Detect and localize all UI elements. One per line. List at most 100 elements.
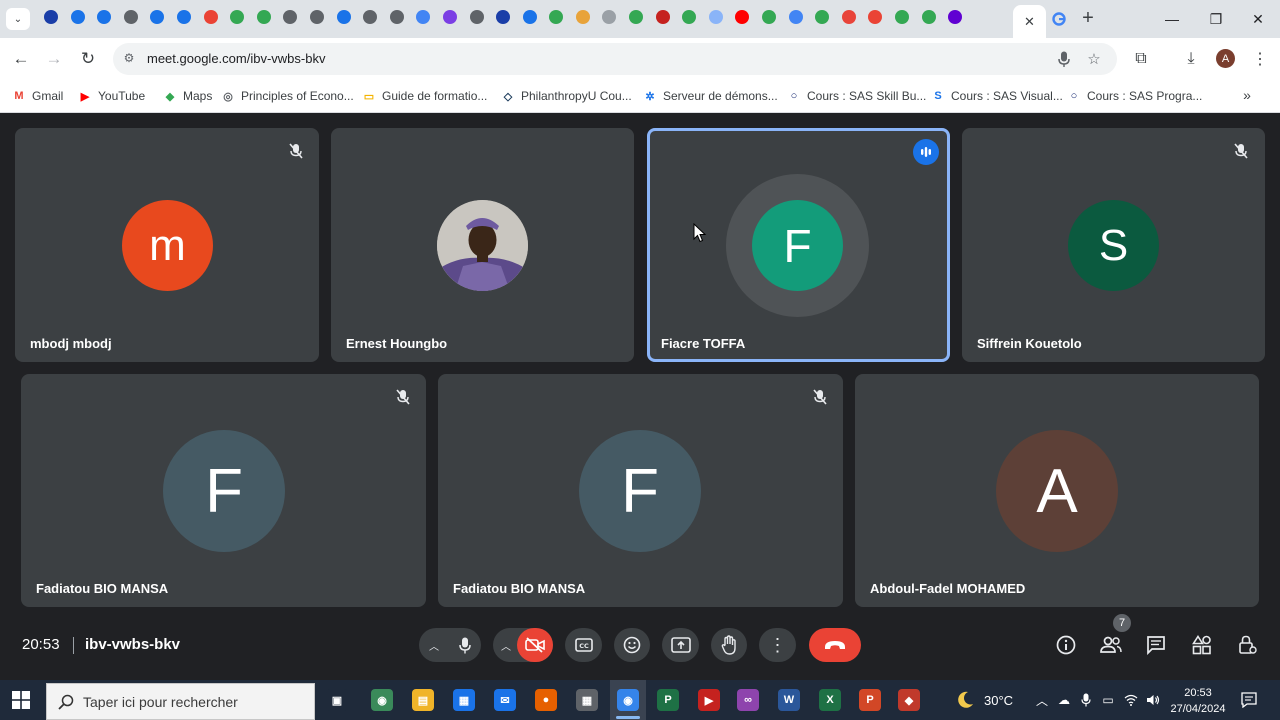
tab-favicon-18-icon[interactable] — [496, 10, 511, 24]
mail-icon[interactable]: ✉ — [494, 689, 516, 711]
video-options-chevron-icon[interactable]: ︿ — [493, 628, 519, 662]
camera-off-button[interactable] — [517, 628, 553, 662]
participant-tile[interactable]: A Abdoul-Fadel MOHAMED — [855, 374, 1259, 607]
tab-favicon-30-icon[interactable] — [815, 10, 830, 24]
bookmark-item[interactable]: ✲ Serveur de démons... — [643, 86, 777, 106]
extensions-icon[interactable]: ⧉ — [1129, 47, 1153, 71]
forward-arrow-icon[interactable]: → — [41, 46, 67, 72]
tab-favicon-29-icon[interactable] — [788, 10, 803, 24]
widgets-icon[interactable]: ◉ — [371, 689, 393, 711]
tray-microphone-icon[interactable] — [1078, 692, 1094, 708]
tab-favicon-13-icon[interactable] — [363, 10, 378, 24]
bookmark-item[interactable]: ◇ PhilanthropyU Cou... — [501, 86, 632, 106]
bookmark-star-icon[interactable]: ☆ — [1084, 49, 1104, 69]
tab-favicon-28-icon[interactable] — [762, 10, 777, 24]
tab-favicon-2-icon[interactable] — [70, 10, 85, 24]
tab-favicon-20-icon[interactable] — [549, 10, 564, 24]
tab-favicon-16-icon[interactable] — [442, 10, 457, 24]
tab-favicon-35-icon[interactable] — [948, 10, 963, 24]
windows-start-icon[interactable] — [12, 691, 30, 709]
task-view-icon[interactable]: ▣ — [326, 689, 348, 711]
download-icon[interactable]: ⤓ — [1179, 47, 1203, 71]
present-screen-button[interactable] — [662, 628, 699, 662]
google-tab-favicon[interactable] — [1052, 12, 1066, 26]
bookmark-item[interactable]: ◎ Principles of Econo... — [221, 86, 354, 106]
media-player-icon[interactable]: ▶ — [698, 689, 720, 711]
emoji-reactions-button[interactable] — [614, 628, 650, 662]
participant-tile[interactable]: S Siffrein Kouetolo — [962, 128, 1265, 362]
minimize-icon[interactable]: — — [1152, 6, 1192, 32]
tab-favicon-24-icon[interactable] — [655, 10, 670, 24]
back-arrow-icon[interactable]: ← — [8, 46, 34, 72]
bookmark-item[interactable]: S Cours : SAS Visual... — [931, 86, 1063, 106]
microphone-icon[interactable] — [1054, 49, 1074, 69]
tab-favicon-23-icon[interactable] — [629, 10, 644, 24]
microphone-toggle-icon[interactable] — [449, 628, 481, 662]
notification-center-icon[interactable] — [1240, 691, 1258, 709]
tab-favicon-27-icon[interactable] — [735, 10, 750, 24]
tab-favicon-26-icon[interactable] — [708, 10, 723, 24]
tab-favicon-19-icon[interactable] — [522, 10, 537, 24]
site-info-icon[interactable]: ⚙ — [121, 50, 137, 66]
active-tab-close-icon[interactable]: ✕ — [1013, 5, 1046, 38]
project-icon[interactable]: P — [657, 689, 679, 711]
tab-favicon-22-icon[interactable] — [602, 10, 617, 24]
restore-icon[interactable]: ❐ — [1196, 6, 1236, 32]
tab-favicon-9-icon[interactable] — [256, 10, 271, 24]
window-close-icon[interactable]: ✕ — [1238, 6, 1278, 32]
participant-tile-speaking[interactable]: F Fiacre TOFFA — [647, 128, 950, 362]
bookmark-item[interactable]: ○ Cours : SAS Progra... — [1067, 86, 1203, 106]
store-icon[interactable]: ▦ — [453, 689, 475, 711]
tab-favicon-12-icon[interactable] — [336, 10, 351, 24]
tab-favicon-5-icon[interactable] — [150, 10, 165, 24]
tab-favicon-3-icon[interactable] — [97, 10, 112, 24]
chat-icon[interactable] — [1143, 632, 1169, 658]
firefox-icon[interactable]: ● — [535, 689, 557, 711]
bookmark-item[interactable]: ○ Cours : SAS Skill Bu... — [787, 86, 927, 106]
tab-favicon-8-icon[interactable] — [230, 10, 245, 24]
tab-favicon-31-icon[interactable] — [841, 10, 856, 24]
bookmark-item[interactable]: M Gmail — [12, 86, 63, 106]
profile-avatar[interactable]: A — [1216, 49, 1235, 68]
tray-overflow-icon[interactable]: ︿ — [1034, 692, 1050, 708]
tab-favicon-11-icon[interactable] — [309, 10, 324, 24]
tab-favicon-4-icon[interactable] — [123, 10, 138, 24]
more-options-icon[interactable]: ⋮ — [759, 628, 796, 662]
weather-moon-icon[interactable] — [955, 690, 975, 710]
word-icon[interactable]: W — [778, 689, 800, 711]
tab-favicon-32-icon[interactable] — [868, 10, 883, 24]
taskbar-search-box[interactable]: Taper ici pour rechercher — [46, 683, 315, 720]
tab-favicon-34-icon[interactable] — [921, 10, 936, 24]
tab-favicon-1-icon[interactable] — [44, 10, 58, 24]
tab-favicon-33-icon[interactable] — [895, 10, 909, 24]
tab-favicon-17-icon[interactable] — [469, 10, 484, 24]
participant-tile[interactable]: Ernest Houngbo — [331, 128, 634, 362]
calculator-icon[interactable]: ▦ — [576, 689, 598, 711]
tab-search-chevron-icon[interactable]: ⌄ — [6, 8, 30, 30]
powerpoint-icon[interactable]: P — [859, 689, 881, 711]
tab-favicon-7-icon[interactable] — [203, 10, 218, 24]
taskbar-clock[interactable]: 20:53 27/04/2024 — [1160, 685, 1236, 717]
people-icon[interactable] — [1098, 632, 1124, 658]
tab-favicon-10-icon[interactable] — [283, 10, 298, 24]
leave-call-button[interactable] — [809, 628, 861, 662]
tab-favicon-15-icon[interactable] — [416, 10, 431, 24]
new-tab-icon[interactable]: + — [1078, 6, 1098, 30]
tab-favicon-21-icon[interactable] — [575, 10, 590, 24]
app-icon[interactable]: ◆ — [898, 689, 920, 711]
participant-tile[interactable]: F Fadiatou BIO MANSA — [21, 374, 426, 607]
activities-icon[interactable] — [1189, 632, 1215, 658]
raise-hand-button[interactable] — [711, 628, 747, 662]
bookmark-item[interactable]: ▶ YouTube — [78, 86, 145, 106]
bookmarks-overflow-icon[interactable]: » — [1238, 85, 1256, 105]
file-explorer-icon[interactable]: ▤ — [412, 689, 434, 711]
studio-icon[interactable]: ∞ — [737, 689, 759, 711]
excel-icon[interactable]: X — [819, 689, 841, 711]
url-text[interactable]: meet.google.com/ibv-vwbs-bkv — [147, 51, 325, 66]
meeting-details-icon[interactable] — [1053, 632, 1079, 658]
bookmark-item[interactable]: ◆ Maps — [163, 86, 213, 106]
weather-temperature[interactable]: 30°C — [984, 693, 1013, 708]
tab-favicon-6-icon[interactable] — [176, 10, 191, 24]
address-bar[interactable]: ⚙ meet.google.com/ibv-vwbs-bkv ☆ — [113, 43, 1117, 75]
chrome-menu-icon[interactable]: ⋮ — [1248, 47, 1272, 71]
